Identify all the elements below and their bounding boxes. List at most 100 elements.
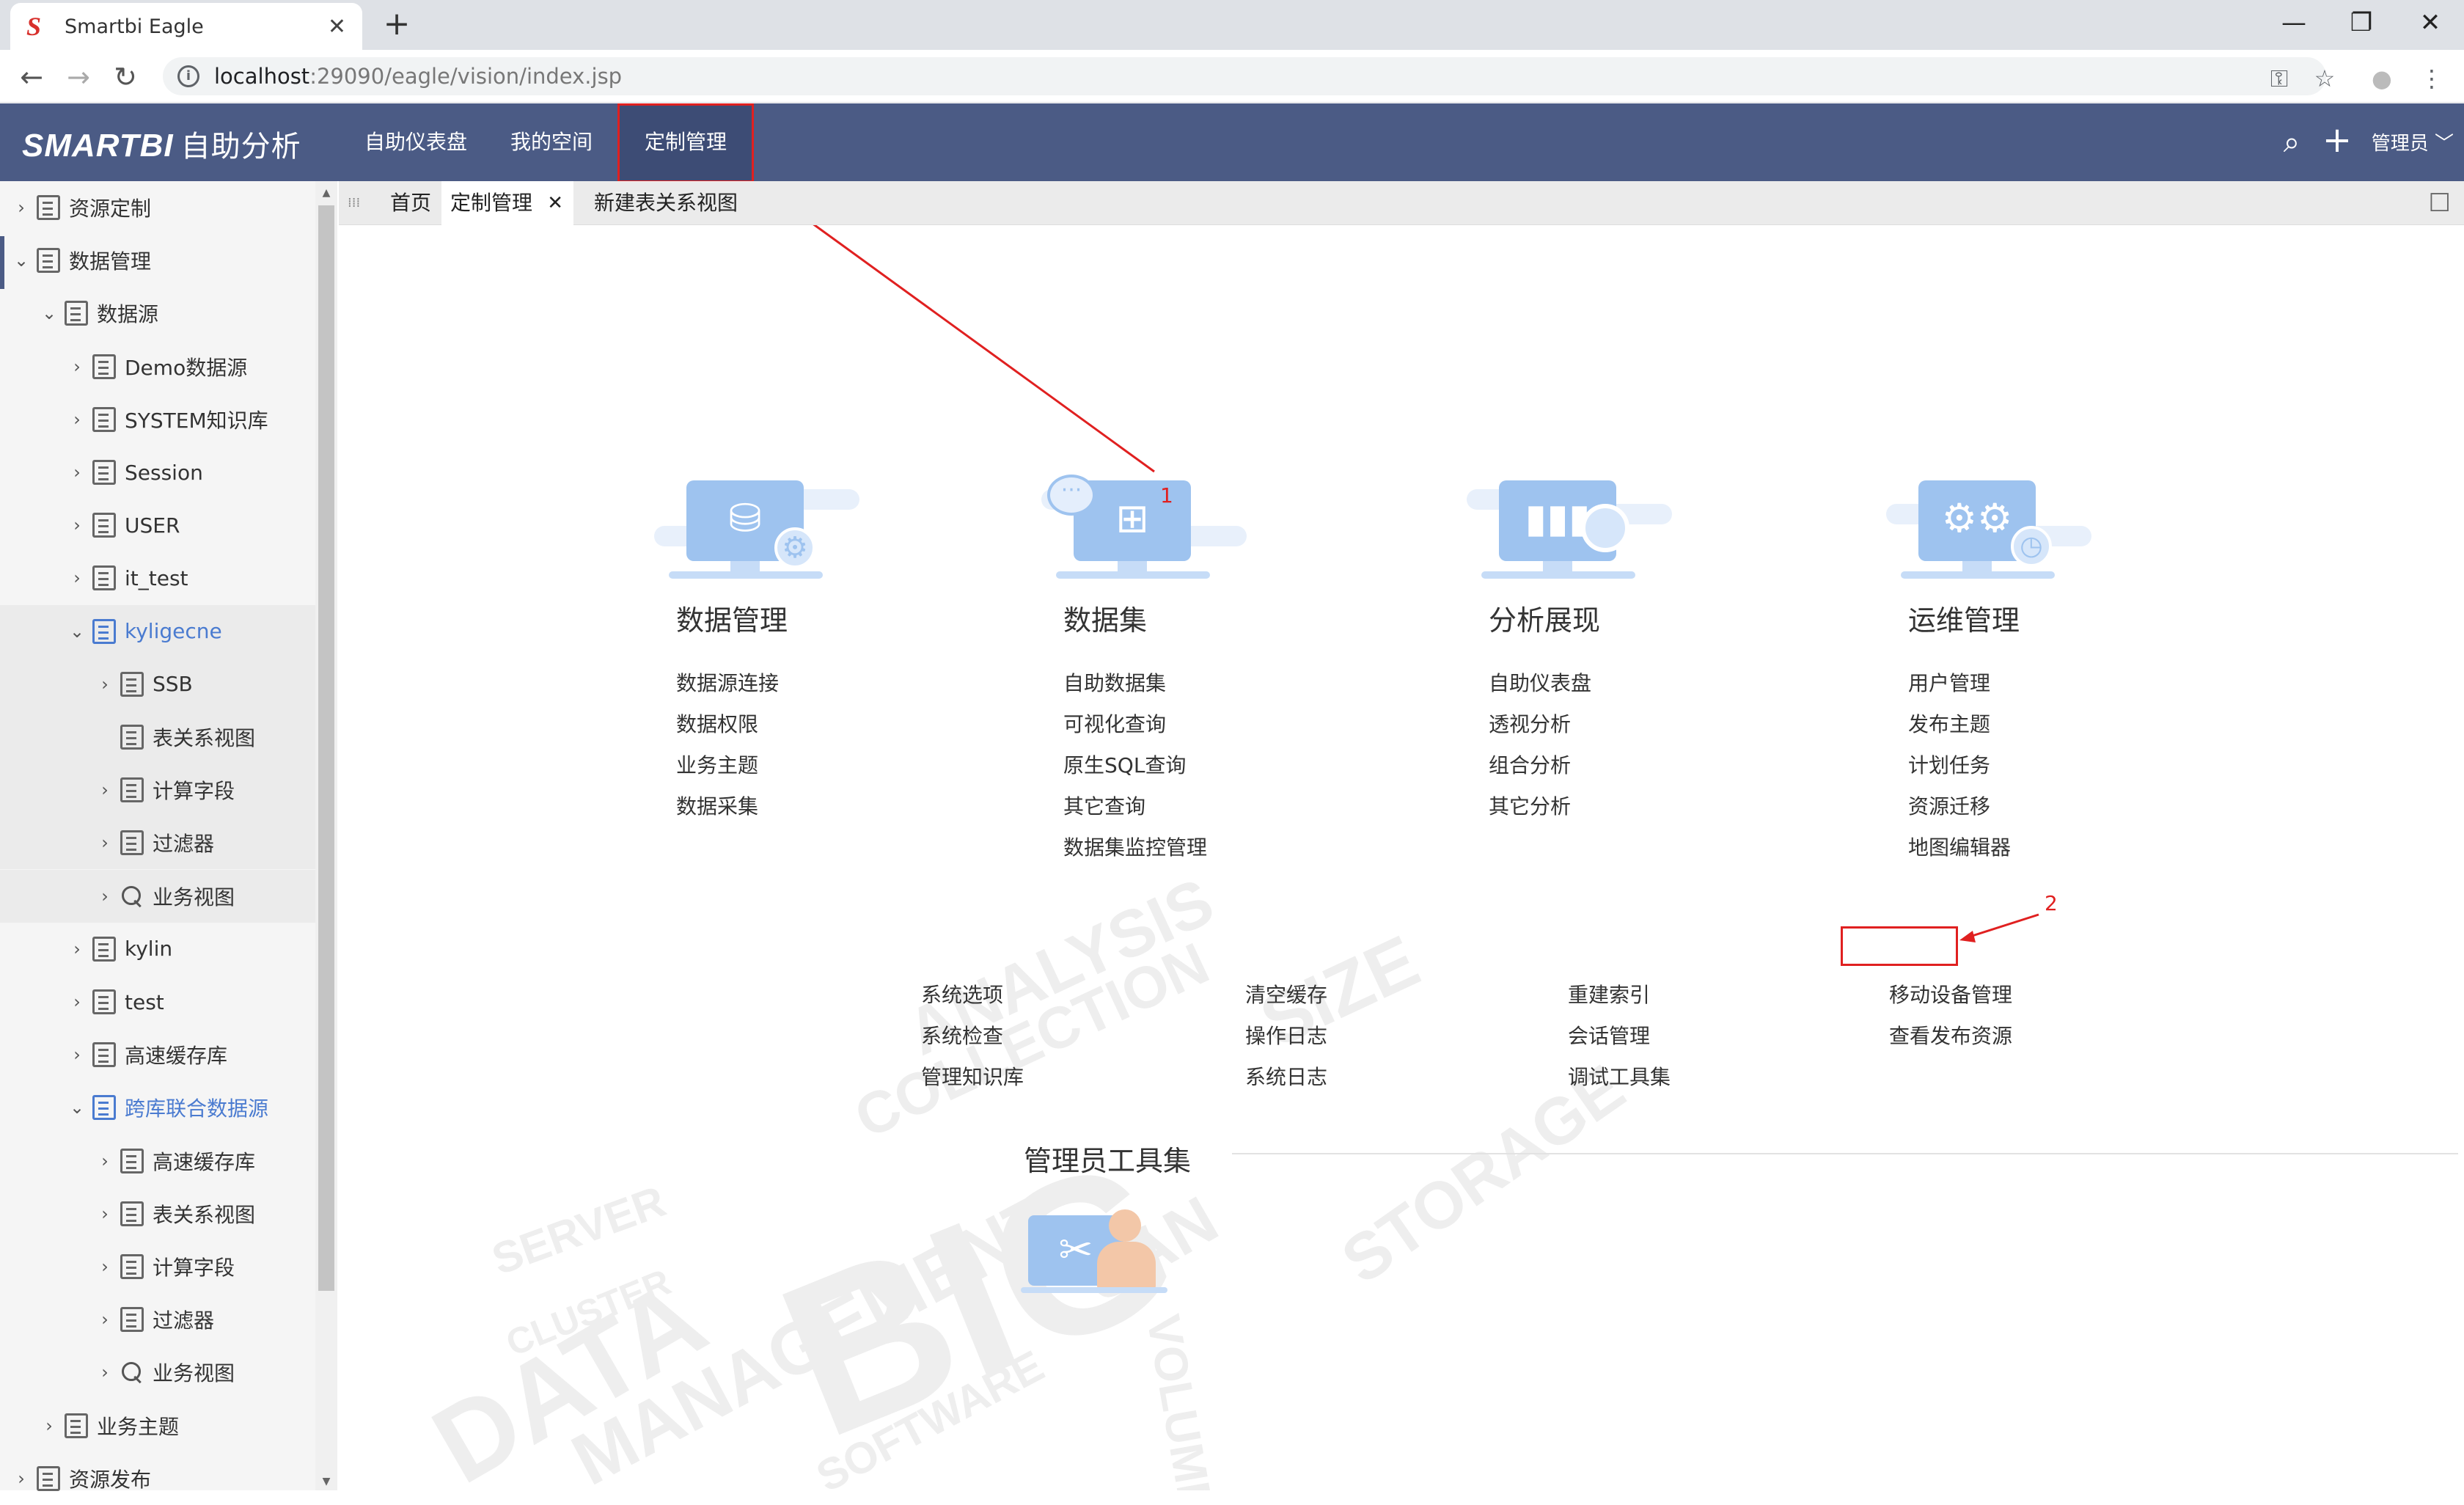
folder-icon [92, 618, 116, 644]
tree-item[interactable]: ⌄ kyligecne [0, 604, 315, 658]
add-icon[interactable]: + [2319, 120, 2355, 161]
tab-home[interactable]: 首页 [381, 181, 440, 225]
new-tab-button[interactable]: + [378, 6, 415, 43]
tree-toggle-icon[interactable]: ⌄ [66, 621, 88, 642]
tool-debug-toolset[interactable]: 调试工具集 [1568, 1061, 1671, 1091]
search-icon [120, 1361, 144, 1384]
tree-item[interactable]: › 业务主题 [0, 1399, 315, 1452]
window-close-button[interactable]: ✕ [2408, 4, 2452, 41]
tree-toggle-icon[interactable]: › [94, 1256, 116, 1277]
tool-rebuild-index[interactable]: 重建索引 [1568, 979, 1650, 1008]
tree-item[interactable]: ⌄ 跨库联合数据源 [0, 1081, 315, 1134]
tree-toggle-icon[interactable]: › [66, 515, 88, 535]
nav-my-space[interactable]: 我的空间 [493, 103, 610, 181]
tree-toggle-icon[interactable]: › [66, 356, 88, 377]
tool-system-check[interactable]: 系统检查 [921, 1020, 1003, 1050]
tree-item[interactable]: ⌄ 数据管理 [0, 234, 315, 287]
tool-clear-cache[interactable]: 清空缓存 [1245, 979, 1327, 1008]
tree-item[interactable]: › 业务视图 [0, 869, 315, 923]
tree-toggle-icon[interactable]: ⌄ [66, 1097, 88, 1118]
tree-toggle-icon[interactable]: › [66, 939, 88, 959]
tree-item[interactable]: › 业务视图 [0, 1346, 315, 1399]
tree-toggle-icon[interactable]: › [66, 568, 88, 588]
tree-item[interactable]: ⌄ 数据源 [0, 287, 315, 340]
back-button[interactable]: ← [15, 60, 48, 94]
tool-system-options[interactable]: 系统选项 [921, 979, 1003, 1008]
tree-item-label: 高速缓存库 [125, 1044, 228, 1069]
browser-menu-icon[interactable]: ⋮ [2417, 65, 2446, 92]
tree-item-label: Demo数据源 [125, 355, 248, 380]
tree-item[interactable]: › kylin [0, 923, 315, 975]
tree-toggle-icon[interactable]: ⌄ [10, 250, 32, 271]
tree-item[interactable]: › 高速缓存库 [0, 1135, 315, 1187]
folder-icon [37, 195, 60, 220]
tree-item[interactable]: › 计算字段 [0, 764, 315, 817]
tree-toggle-icon[interactable]: › [10, 197, 32, 218]
app-logo[interactable]: SMARTBI 自助分析 [22, 122, 301, 165]
tree-toggle-icon[interactable]: › [66, 409, 88, 430]
scroll-up-icon[interactable]: ▲ [315, 187, 337, 199]
tree-item[interactable]: › SSB [0, 657, 315, 711]
search-icon[interactable]: ⌕ [2273, 125, 2310, 159]
tree-item[interactable]: › 过滤器 [0, 816, 315, 870]
tool-view-published[interactable]: 查看发布资源 [1889, 1020, 2012, 1050]
browser-tab[interactable]: S Smartbi Eagle ✕ [10, 3, 362, 50]
tree-item[interactable]: › 高速缓存库 [0, 1028, 315, 1081]
tree-item-label: 计算字段 [153, 1256, 235, 1280]
address-bar[interactable]: i localhost:29090/eagle/vision/index.jsp [163, 57, 2326, 95]
tree-item[interactable]: › 过滤器 [0, 1293, 315, 1346]
scroll-down-icon[interactable]: ▼ [315, 1476, 337, 1487]
minimize-button[interactable]: — [2272, 4, 2316, 41]
nav-dashboard[interactable]: 自助仪表盘 [345, 103, 487, 181]
tree-item[interactable]: › Session [0, 446, 315, 499]
tab-new-relation-view[interactable]: 新建表关系视图 [585, 181, 747, 225]
app-header: SMARTBI 自助分析 自助仪表盘 我的空间 定制管理 ⌕ + 管理员 ﹀ [0, 103, 2464, 181]
tree-toggle-icon[interactable]: › [94, 780, 116, 800]
tree-toggle-icon[interactable]: › [94, 1309, 116, 1330]
tree-item[interactable]: › Demo数据源 [0, 340, 315, 393]
tree-item[interactable]: › USER [0, 499, 315, 552]
forward-button[interactable]: → [62, 60, 95, 94]
site-info-icon[interactable]: i [177, 65, 199, 87]
tree-item[interactable]: › SYSTEM知识库 [0, 393, 315, 446]
tool-session-management[interactable]: 会话管理 [1568, 1020, 1650, 1050]
tree-toggle-icon[interactable]: › [94, 886, 116, 907]
tool-system-log[interactable]: 系统日志 [1245, 1061, 1327, 1091]
tree-item[interactable]: › it_test [0, 552, 315, 604]
tree-toggle-icon[interactable]: › [66, 1044, 88, 1065]
profile-icon[interactable]: ● [2367, 65, 2397, 92]
tree-item[interactable]: › 资源定制 [0, 181, 315, 234]
maximize-button[interactable]: ❐ [2339, 4, 2383, 41]
close-tab-icon[interactable]: ✕ [547, 181, 563, 225]
close-tab-icon[interactable]: ✕ [328, 14, 346, 40]
tree-toggle-icon[interactable]: › [66, 992, 88, 1012]
tree-toggle-icon[interactable]: › [94, 832, 116, 853]
tab-custom-management[interactable]: 定制管理 ✕ [441, 181, 574, 225]
tool-operation-log[interactable]: 操作日志 [1245, 1020, 1327, 1050]
folder-icon [120, 1307, 144, 1333]
tree-toggle-icon[interactable]: › [94, 674, 116, 695]
tree-item[interactable]: › 资源发布 [0, 1452, 315, 1505]
bookmark-star-icon[interactable]: ☆ [2310, 65, 2339, 92]
tree-toggle-icon[interactable]: ⌄ [38, 303, 60, 323]
tree-toggle-icon[interactable]: › [10, 1468, 32, 1489]
tree-toggle-icon[interactable]: › [94, 1362, 116, 1383]
tree-item[interactable]: › 表关系视图 [0, 1187, 315, 1240]
tree-item[interactable]: › 计算字段 [0, 1240, 315, 1293]
folder-icon [92, 565, 116, 591]
reload-button[interactable]: ↻ [109, 60, 142, 94]
key-icon[interactable]: ⚿ [2265, 65, 2294, 93]
maximize-panel-icon[interactable]: ☐ [2420, 181, 2460, 225]
tree-toggle-icon[interactable]: › [38, 1416, 60, 1436]
tree-toggle-icon[interactable]: › [66, 462, 88, 483]
sidebar-scroll-thumb[interactable] [318, 205, 334, 1291]
tabs-handle-icon[interactable]: ⁞⁞⁞ [339, 181, 369, 225]
tool-knowledge-base[interactable]: 管理知识库 [921, 1061, 1024, 1091]
user-menu[interactable]: 管理员 ﹀ [2372, 128, 2454, 155]
tree-item[interactable]: › test [0, 975, 315, 1028]
tree-toggle-icon[interactable]: › [94, 1151, 116, 1171]
tree-item-label: 数据源 [97, 302, 159, 327]
tree-item[interactable]: 表关系视图 [0, 711, 315, 764]
tool-mobile-device[interactable]: 移动设备管理 [1889, 979, 2012, 1008]
tree-toggle-icon[interactable]: › [94, 1204, 116, 1224]
